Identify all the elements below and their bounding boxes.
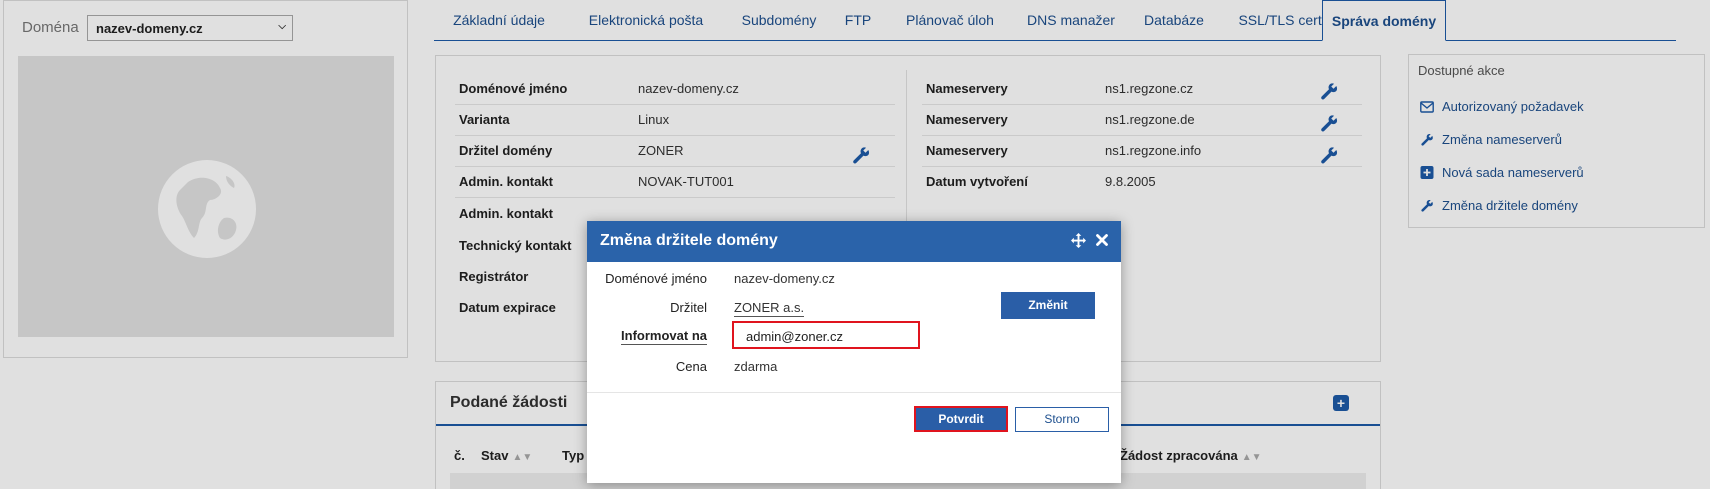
domain-name-value: nazev-domeny.cz xyxy=(734,271,835,286)
notify-label-text: Informovat na xyxy=(621,328,707,345)
notify-label: Informovat na xyxy=(587,328,707,345)
move-icon[interactable] xyxy=(1071,233,1086,248)
price-value: zdarma xyxy=(734,359,778,374)
close-icon[interactable] xyxy=(1096,234,1108,246)
change-holder-button[interactable]: Změnit xyxy=(1001,292,1095,319)
dialog-footer-divider xyxy=(587,392,1121,393)
confirm-button[interactable]: Potvrdit xyxy=(914,406,1008,432)
notify-email-input[interactable]: admin@zoner.cz xyxy=(732,321,920,349)
change-holder-dialog: Změna držitele domény Doménové jméno naz… xyxy=(587,221,1121,483)
price-label: Cena xyxy=(675,359,707,374)
cancel-button[interactable]: Storno xyxy=(1015,407,1109,432)
dialog-title: Změna držitele domény xyxy=(600,232,778,249)
holder-value: ZONER a.s. xyxy=(734,300,805,317)
holder-label: Držitel xyxy=(670,300,707,315)
holder-value-text: ZONER a.s. xyxy=(734,300,805,317)
dialog-header[interactable]: Změna držitele domény xyxy=(587,221,1121,262)
domain-name-label: Doménové jméno xyxy=(605,271,707,286)
